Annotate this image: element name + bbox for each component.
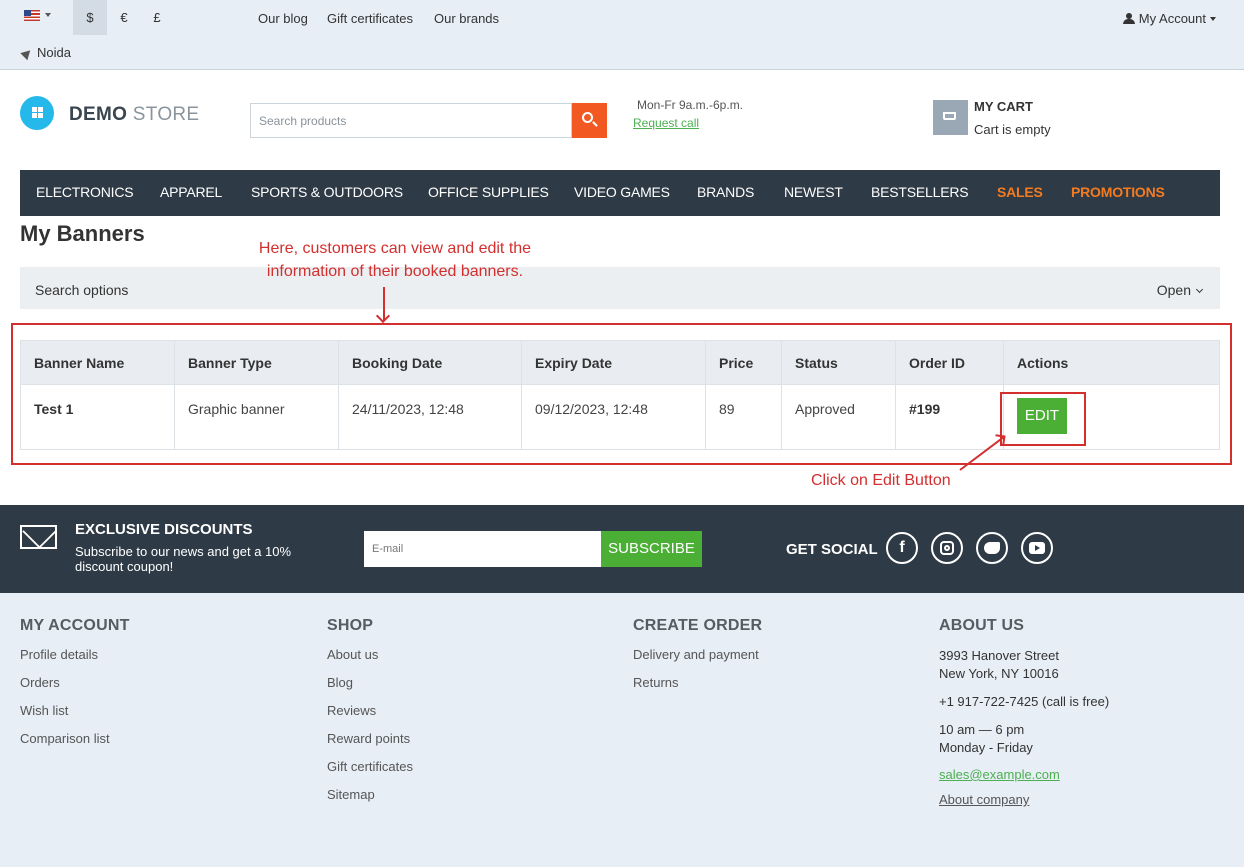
subscribe-title: EXCLUSIVE DISCOUNTS <box>75 521 253 538</box>
youtube-icon[interactable] <box>1021 532 1053 564</box>
social-title: GET SOCIAL <box>786 541 878 558</box>
us-flag-icon[interactable] <box>24 10 40 21</box>
gift-certificates-link[interactable]: Gift certificates <box>327 11 413 26</box>
annotation-arrow <box>383 287 385 320</box>
footer-create-order: CREATE ORDER Delivery and payment Return… <box>633 617 762 703</box>
nav-video-games[interactable]: VIDEO GAMES <box>574 184 670 200</box>
nav-bestsellers[interactable]: BESTSELLERS <box>871 184 969 200</box>
facebook-icon[interactable]: f <box>886 532 918 564</box>
nav-apparel[interactable]: APPAREL <box>160 184 222 200</box>
twitter-icon[interactable] <box>976 532 1008 564</box>
email-link[interactable]: sales@example.com <box>939 767 1109 782</box>
open-toggle[interactable]: Open <box>1156 282 1204 298</box>
main-nav: ELECTRONICS APPAREL SPORTS & OUTDOORS OF… <box>20 170 1220 216</box>
hours-line: 10 am — 6 pm <box>939 722 1025 737</box>
nav-newest[interactable]: NEWEST <box>784 184 843 200</box>
search-input[interactable] <box>250 103 572 138</box>
profile-details-link[interactable]: Profile details <box>20 647 130 675</box>
cart-icon[interactable] <box>933 100 968 135</box>
search-button[interactable] <box>572 103 607 138</box>
footer-heading: SHOP <box>327 617 374 634</box>
phone-number: +1 917-722-7425 (call is free) <box>939 694 1110 709</box>
chevron-down-icon <box>1195 285 1204 294</box>
returns-link[interactable]: Returns <box>633 675 762 703</box>
brands-link[interactable]: Our brands <box>434 11 499 26</box>
currency-eur[interactable]: € <box>107 0 141 35</box>
page-title: My Banners <box>20 221 145 246</box>
blog-link[interactable]: Our blog <box>258 11 308 26</box>
address-line: New York, NY 10016 <box>939 666 1059 681</box>
annotation-edit: Click on Edit Button <box>811 472 951 489</box>
envelope-icon <box>20 525 57 549</box>
search-options-label: Search options <box>35 282 129 298</box>
footer-about-us: ABOUT US 3993 Hanover Street New York, N… <box>939 617 1109 817</box>
request-call-link[interactable]: Request call <box>633 116 699 130</box>
logo-icon[interactable] <box>20 96 54 130</box>
gift-certificates-footer-link[interactable]: Gift certificates <box>327 759 413 787</box>
about-company-link[interactable]: About company <box>939 792 1109 807</box>
footer-heading: CREATE ORDER <box>633 617 763 634</box>
blog-footer-link[interactable]: Blog <box>327 675 413 703</box>
footer-my-account: MY ACCOUNT Profile details Orders Wish l… <box>20 617 130 759</box>
currency-usd[interactable]: $ <box>73 0 107 35</box>
footer: MY ACCOUNT Profile details Orders Wish l… <box>0 593 1244 867</box>
location-arrow-icon <box>20 46 34 61</box>
hours-line: Monday - Friday <box>939 740 1033 755</box>
footer-heading: MY ACCOUNT <box>20 617 130 634</box>
nav-office-supplies[interactable]: OFFICE SUPPLIES <box>428 184 549 200</box>
subscribe-text: Subscribe to our news and get a 10% disc… <box>75 544 292 574</box>
about-us-link[interactable]: About us <box>327 647 413 675</box>
nav-promotions[interactable]: PROMOTIONS <box>1071 184 1165 200</box>
reviews-link[interactable]: Reviews <box>327 703 413 731</box>
reward-points-link[interactable]: Reward points <box>327 731 413 759</box>
location-selector[interactable]: Noida <box>20 45 71 61</box>
annotation-top: Here, customers can view and edit the in… <box>258 240 532 280</box>
cart-status: Cart is empty <box>974 122 1051 137</box>
nav-sports-outdoors[interactable]: SPORTS & OUTDOORS <box>251 184 403 200</box>
user-icon <box>1122 13 1135 24</box>
search-options-panel[interactable]: Search options Open <box>20 267 1220 309</box>
open-label: Open <box>1156 282 1191 298</box>
orders-link[interactable]: Orders <box>20 675 130 703</box>
logo-bold: DEMO <box>69 104 128 125</box>
comparison-list-link[interactable]: Comparison list <box>20 731 130 759</box>
logo[interactable]: DEMO STORE <box>69 104 199 126</box>
location-label: Noida <box>37 45 71 60</box>
footer-heading: ABOUT US <box>939 617 1025 634</box>
delivery-payment-link[interactable]: Delivery and payment <box>633 647 762 675</box>
instagram-icon[interactable] <box>931 532 963 564</box>
chevron-down-icon[interactable] <box>45 13 51 17</box>
wish-list-link[interactable]: Wish list <box>20 703 130 731</box>
account-menu[interactable]: My Account <box>1122 11 1216 26</box>
currency-gbp[interactable]: £ <box>140 0 174 35</box>
chevron-down-icon <box>1210 17 1216 21</box>
logo-light: STORE <box>132 104 200 125</box>
account-label: My Account <box>1138 11 1206 26</box>
sitemap-link[interactable]: Sitemap <box>327 787 413 815</box>
search-icon <box>582 112 593 123</box>
footer-shop: SHOP About us Blog Reviews Reward points… <box>327 617 413 815</box>
nav-brands[interactable]: BRANDS <box>697 184 754 200</box>
address-line: 3993 Hanover Street <box>939 648 1059 663</box>
subscribe-button[interactable]: SUBSCRIBE <box>601 531 702 567</box>
annotation-edit-frame <box>1000 392 1086 446</box>
working-hours: Mon-Fr 9a.m.-6p.m. <box>637 98 744 112</box>
nav-sales[interactable]: SALES <box>997 184 1043 200</box>
top-bar: $ € £ Our blog Gift certificates Our bra… <box>0 0 1244 70</box>
cart-title[interactable]: MY CART <box>974 99 1033 114</box>
subscribe-band: EXCLUSIVE DISCOUNTS Subscribe to our new… <box>0 505 1244 593</box>
nav-electronics[interactable]: ELECTRONICS <box>36 184 134 200</box>
email-field[interactable] <box>364 531 601 567</box>
